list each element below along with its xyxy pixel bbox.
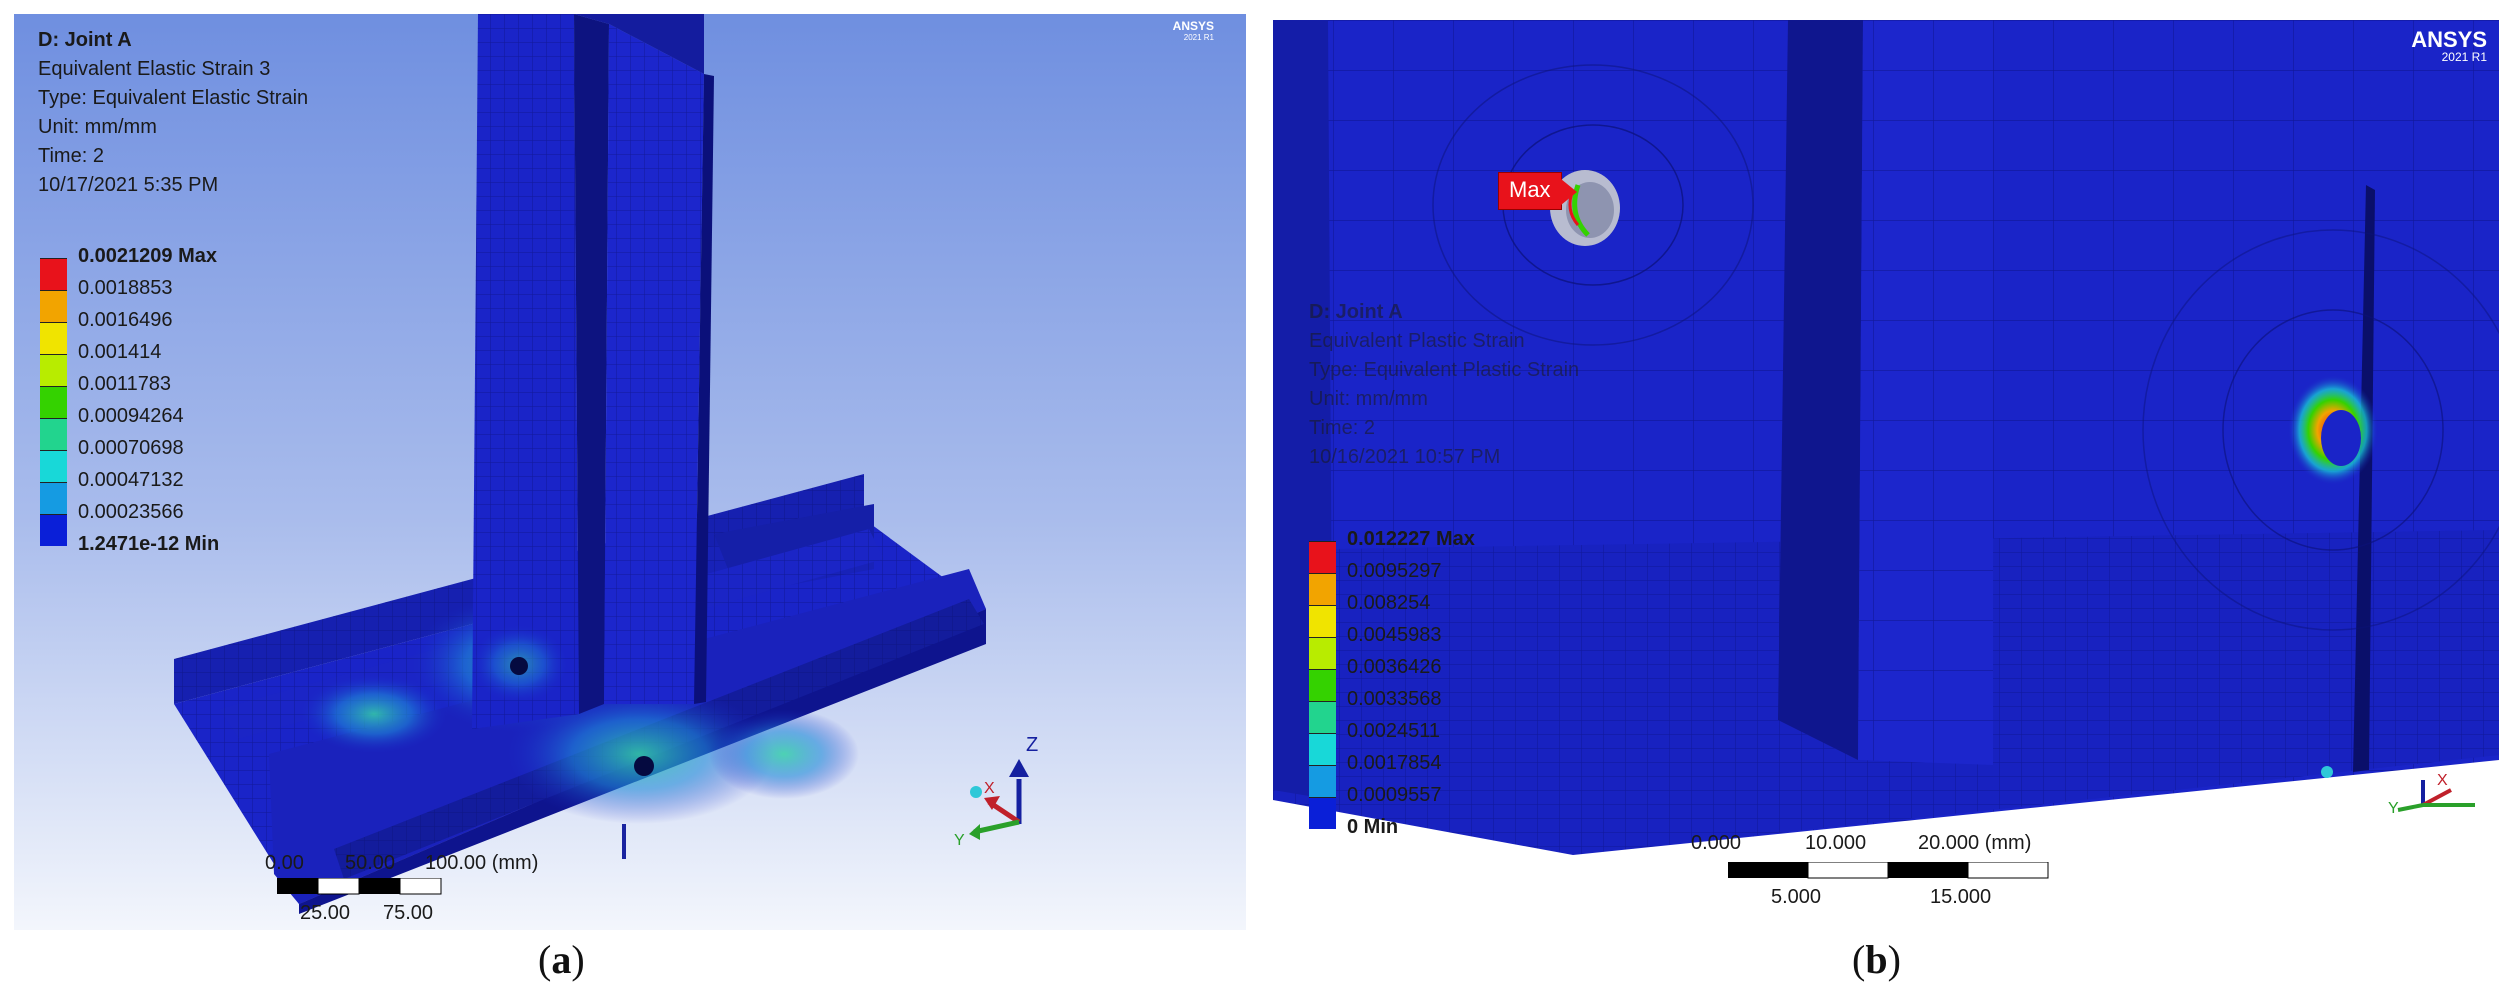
model-name: D: Joint A	[38, 29, 132, 51]
result-name: Equivalent Plastic Strain	[1309, 330, 1525, 352]
legend-swatch	[1309, 797, 1336, 829]
legend-min-label: 1.2471e-12 Min	[78, 533, 220, 555]
legend-max-label: 0.0021209 Max	[78, 245, 218, 267]
legend-swatch	[1309, 733, 1336, 765]
result-time: Time: 2	[38, 145, 104, 167]
legend-swatch	[1309, 765, 1336, 797]
scale-bar	[277, 877, 447, 901]
legend-swatch	[1309, 573, 1336, 605]
result-info-block: D: Joint A Equivalent Elastic Strain 3 T…	[38, 26, 308, 200]
legend-value-label: 0.0018853	[78, 277, 173, 299]
triad-x-label: X	[2437, 772, 2448, 789]
legend-swatch	[1309, 669, 1336, 701]
result-type: Type: Equivalent Plastic Strain	[1309, 359, 1580, 381]
result-info-block: D: Joint A Equivalent Plastic Strain Typ…	[1309, 298, 1579, 472]
legend-max-label: 0.012227 Max	[1347, 528, 1475, 550]
legend-swatch	[1309, 637, 1336, 669]
scale-bar	[1728, 861, 2050, 885]
legend-value-label: 0.00023566	[78, 501, 184, 523]
legend-value-label: 0.0095297	[1347, 560, 1442, 582]
legend-value-label: 0.0017854	[1347, 752, 1442, 774]
vertical-column-model	[472, 14, 714, 729]
scale-label-75: 75.00	[383, 902, 434, 924]
scale-label-0: 0.000	[1691, 832, 1742, 854]
legend-swatch	[40, 258, 67, 290]
legend-min-label: 0 Min	[1347, 816, 1399, 838]
scale-label-50: 50.00	[345, 852, 396, 874]
legend-swatch	[1309, 541, 1336, 573]
scale-label-0: 0.00	[265, 852, 304, 874]
triad-x-label: X	[984, 780, 995, 797]
legend-value-label: 0.00047132	[78, 469, 184, 491]
ansys-logo: ANSYS 2021 R1	[1172, 19, 1214, 42]
legend-value-label: 0.0011783	[78, 373, 172, 395]
legend-value-label: 0.00070698	[78, 437, 184, 459]
result-unit: Unit: mm/mm	[1309, 388, 1428, 410]
legend-value-label: 0.0033568	[1347, 688, 1442, 710]
legend-value-label: 0.0024511	[1347, 720, 1441, 742]
legend-value-label: 0.0045983	[1347, 624, 1442, 646]
scale-label-100: 100.00 (mm)	[425, 852, 539, 874]
legend-swatch	[40, 418, 67, 450]
legend-swatch	[40, 322, 67, 354]
scale-label-10: 10.000	[1805, 832, 1867, 854]
triad-y-label: Y	[2388, 800, 2399, 817]
legend-value-label: 0.0036426	[1347, 656, 1442, 678]
legend-swatch	[40, 290, 67, 322]
scale-label-15: 15.000	[1930, 886, 1992, 908]
result-unit: Unit: mm/mm	[38, 116, 157, 138]
panel-b-viewport[interactable]	[1273, 20, 2499, 930]
legend-value-label: 0.008254	[1347, 592, 1431, 614]
legend-swatch	[40, 514, 67, 546]
scale-label-20: 20.000 (mm)	[1918, 832, 2032, 854]
max-probe-tag[interactable]: Max	[1498, 172, 1577, 210]
legend-swatch	[40, 386, 67, 418]
legend-swatch	[40, 354, 67, 386]
result-type: Type: Equivalent Elastic Strain	[38, 87, 309, 109]
ansys-logo: ANSYS 2021 R1	[2411, 27, 2487, 65]
triad-z-label: Z	[1026, 734, 1039, 756]
model-name: D: Joint A	[1309, 301, 1403, 323]
caption-a: (a)	[538, 937, 585, 982]
legend-swatch	[40, 450, 67, 482]
result-time: Time: 2	[1309, 417, 1375, 439]
legend-swatch	[1309, 701, 1336, 733]
result-timestamp: 10/17/2021 5:35 PM	[38, 174, 219, 196]
legend-swatch	[1309, 605, 1336, 637]
result-name: Equivalent Elastic Strain 3	[38, 58, 271, 80]
panel-a-elastic-strain: ANSYS 2021 R1 D: Joint A Equivalent Elas…	[14, 14, 1246, 930]
caption-b: (b)	[1852, 937, 1901, 982]
scale-label-5: 5.000	[1771, 886, 1822, 908]
triad-y-label: Y	[954, 832, 965, 849]
panel-b-plastic-strain: ANSYS 2021 R1 Max D: Joint A Equivalent …	[1273, 20, 2499, 930]
scale-label-25: 25.00	[300, 902, 351, 924]
legend-value-label: 0.0016496	[78, 309, 173, 331]
legend-value-label: 0.0009557	[1347, 784, 1442, 806]
legend-value-label: 0.001414	[78, 341, 162, 363]
legend-swatch	[40, 482, 67, 514]
result-timestamp: 10/16/2021 10:57 PM	[1309, 446, 1501, 468]
legend-value-label: 0.00094264	[78, 405, 184, 427]
